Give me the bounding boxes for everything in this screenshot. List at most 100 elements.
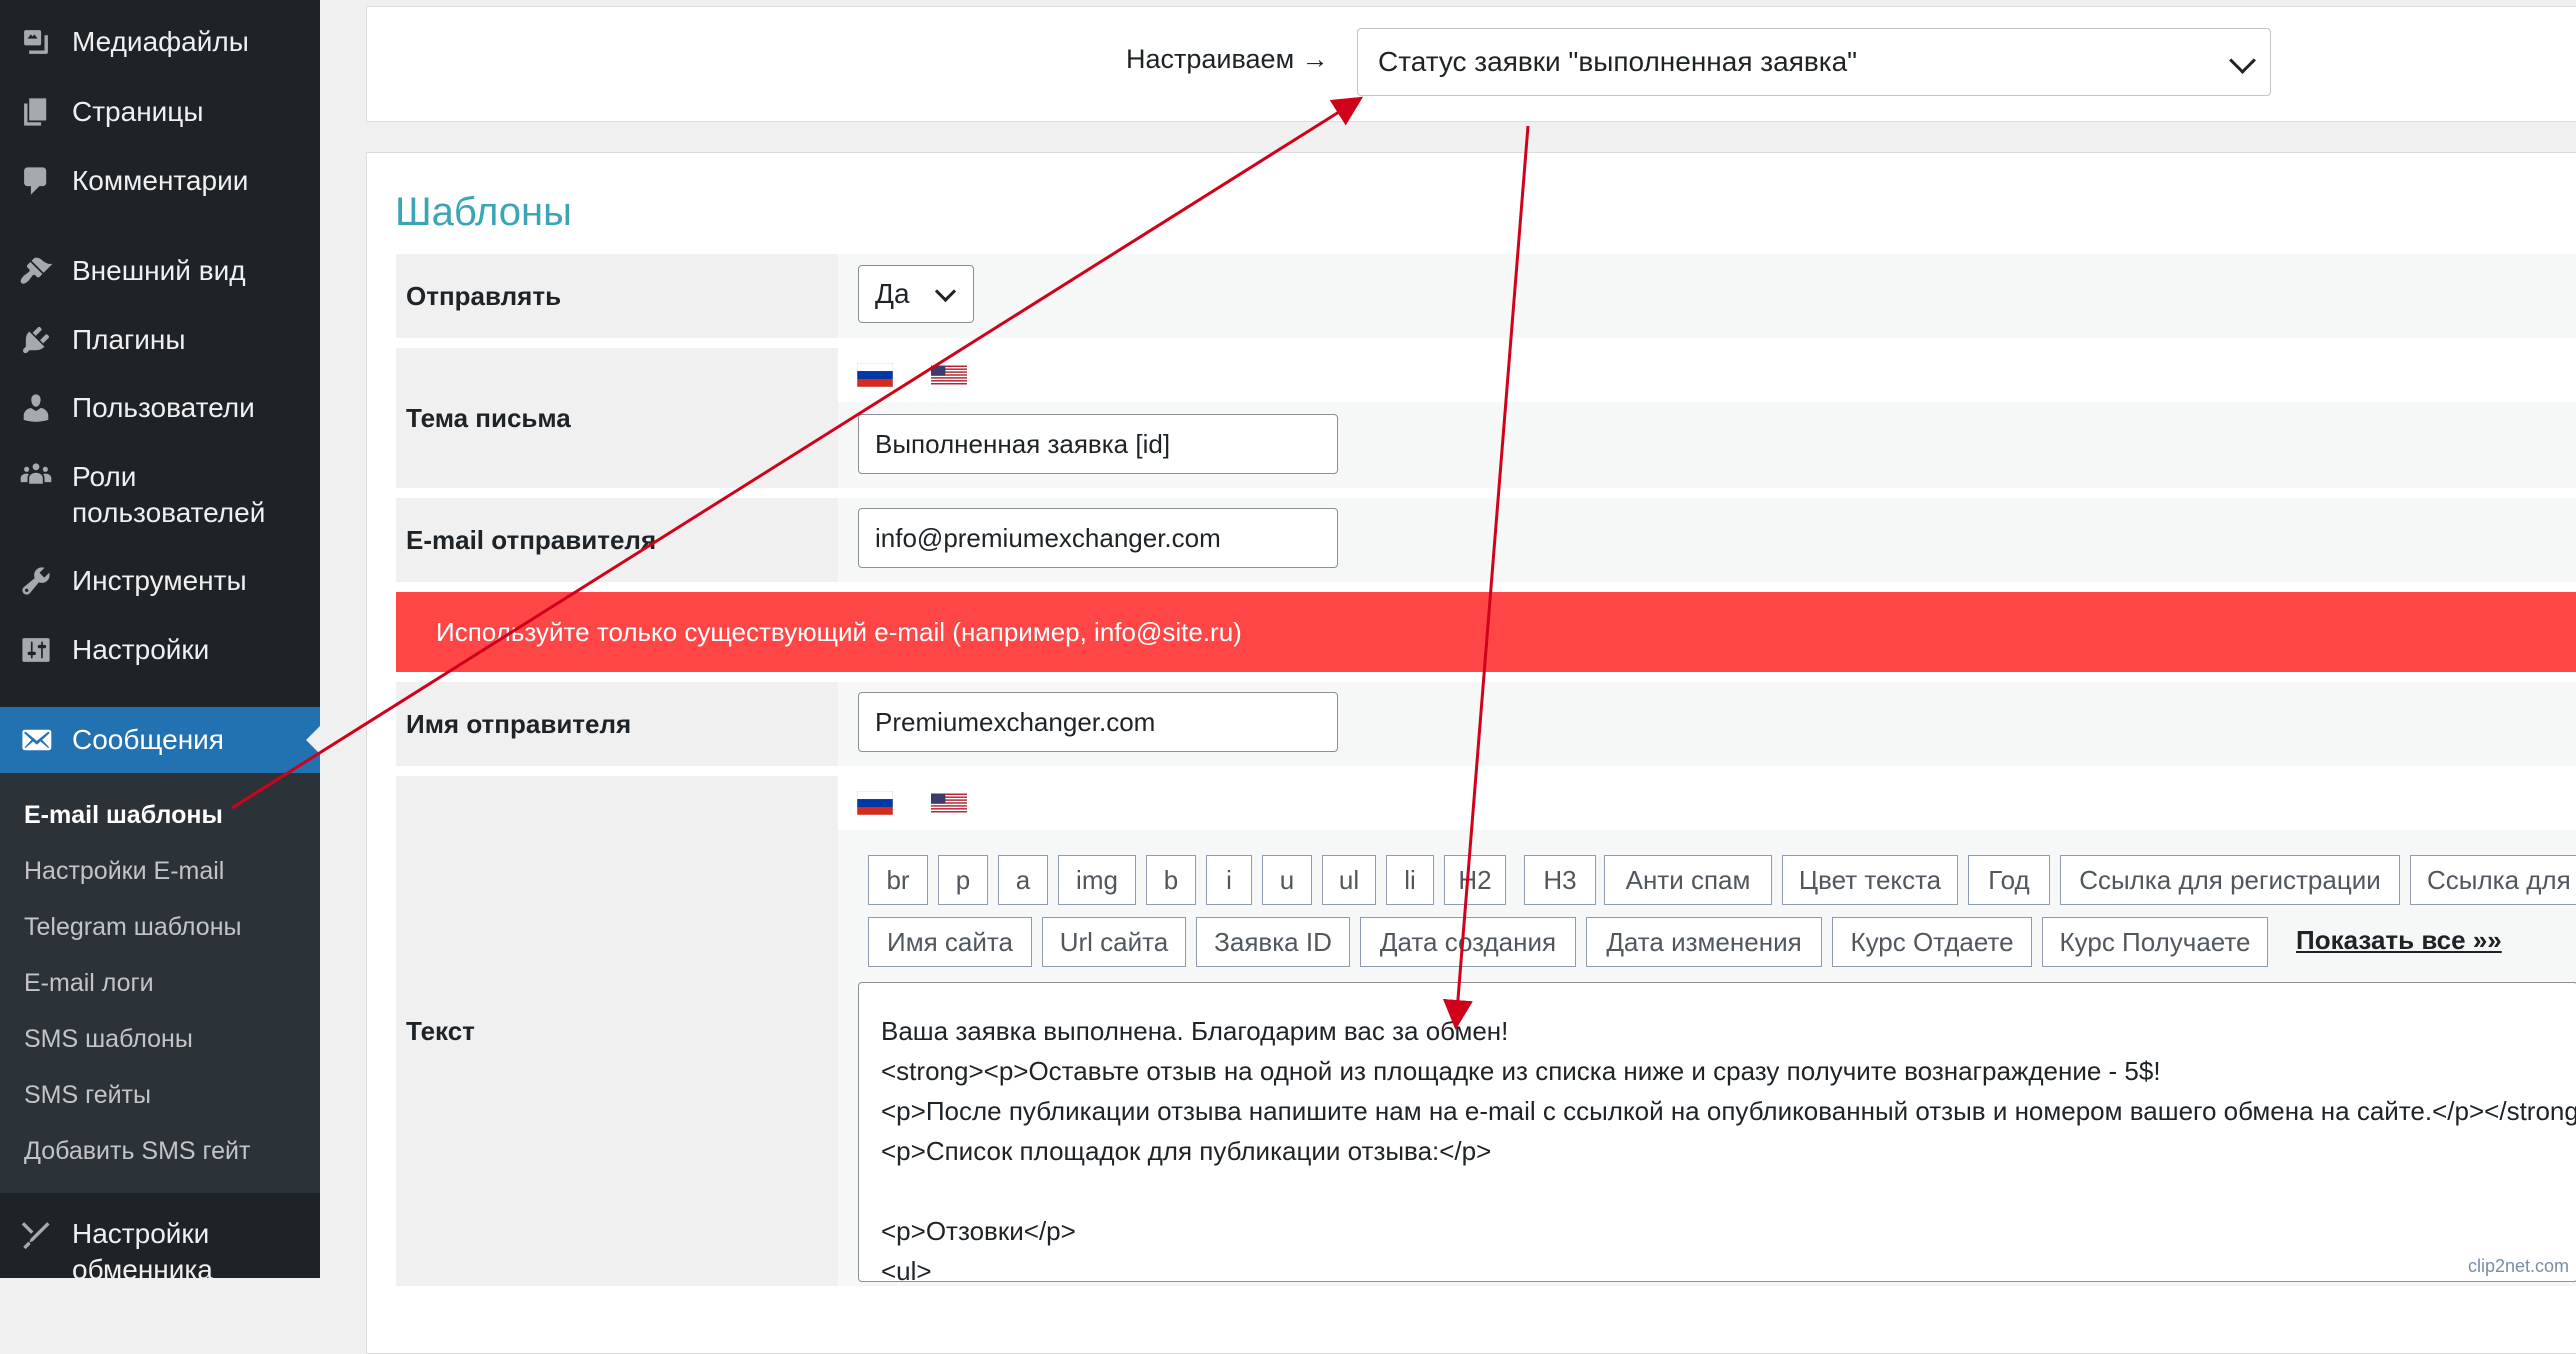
editor-line: <p>Отзовки</p> bbox=[881, 1216, 1076, 1246]
tag-button-order-id[interactable]: Заявка ID bbox=[1196, 917, 1350, 967]
tag-button-img[interactable]: img bbox=[1058, 855, 1136, 905]
tag-button-modified-date[interactable]: Дата изменения bbox=[1586, 917, 1822, 967]
sender-name-label-text: Имя отправителя bbox=[406, 708, 632, 739]
subject-label-text: Тема письма bbox=[406, 402, 571, 433]
email-warning-alert: Используйте только существующий e-mail (… bbox=[396, 592, 2576, 672]
tag-button-anti-spam[interactable]: Анти спам bbox=[1604, 855, 1772, 905]
tag-button-site-url[interactable]: Url сайта bbox=[1042, 917, 1186, 967]
tag-button-text-color[interactable]: Цвет текста bbox=[1782, 855, 1958, 905]
tag-button-u[interactable]: u bbox=[1262, 855, 1312, 905]
configure-label: Настраиваем → bbox=[1126, 44, 1329, 74]
submenu-email-logs[interactable]: E-mail логи bbox=[24, 969, 154, 998]
text-label-text: Текст bbox=[406, 1015, 475, 1046]
chevron-down-icon bbox=[934, 280, 957, 303]
editor-line: <p>Список площадок для публикации отзыва… bbox=[881, 1136, 1492, 1166]
us-flag-icon bbox=[931, 365, 967, 385]
tag-button-rate-give[interactable]: Курс Отдаете bbox=[1832, 917, 2032, 967]
sender-email-label-text: E-mail отправителя bbox=[406, 524, 657, 555]
submenu-sms-templates[interactable]: SMS шаблоны bbox=[24, 1025, 193, 1054]
editor-line: Ваша заявка выполнена. Благодарим вас за… bbox=[881, 1016, 1509, 1046]
subject-label: Тема письма bbox=[396, 348, 838, 488]
comments-icon bbox=[16, 163, 56, 199]
sidebar-item-label: Сообщения bbox=[72, 724, 224, 755]
sidebar-item-label: Комментарии bbox=[72, 165, 249, 196]
status-select-value: Статус заявки "выполненная заявка" bbox=[1378, 46, 1858, 77]
sidebar-item-users[interactable]: Пользователи bbox=[0, 390, 320, 426]
sidebar-item-label: Настройки bbox=[72, 634, 210, 665]
tag-button-p[interactable]: p bbox=[938, 855, 988, 905]
tag-button-br[interactable]: br bbox=[868, 855, 928, 905]
sidebar-item-plugins[interactable]: Плагины bbox=[0, 322, 320, 358]
subject-input[interactable] bbox=[858, 414, 1338, 474]
sidebar-item-pages[interactable]: Страницы bbox=[0, 94, 320, 130]
sidebar-item-media[interactable]: Медиафайлы bbox=[0, 24, 320, 60]
sidebar-item-label: Настройки обменника bbox=[72, 1218, 213, 1285]
sidebar-item-exchanger-settings[interactable]: Настройки обменника bbox=[0, 1216, 320, 1288]
ru-flag-icon bbox=[857, 791, 893, 815]
section-title: Шаблоны bbox=[395, 190, 572, 234]
appearance-icon bbox=[16, 253, 56, 289]
us-flag-icon bbox=[931, 793, 967, 813]
submenu-email-templates[interactable]: E-mail шаблоны bbox=[24, 801, 223, 830]
tag-button-b[interactable]: b bbox=[1146, 855, 1196, 905]
send-select[interactable]: Да bbox=[858, 265, 974, 323]
submenu-add-sms-gateway[interactable]: Добавить SMS гейт bbox=[24, 1137, 250, 1166]
sidebar-item-label: Пользователи bbox=[72, 392, 255, 423]
admin-sidebar: Медиафайлы Страницы Комментарии Внешний … bbox=[0, 0, 320, 1285]
tag-button-year[interactable]: Год bbox=[1968, 855, 2050, 905]
template-text-editor[interactable]: Ваша заявка выполнена. Благодарим вас за… bbox=[858, 982, 2576, 1282]
settings-icon bbox=[16, 632, 56, 668]
tab-text-lang-en[interactable] bbox=[912, 776, 986, 830]
sender-name-input[interactable] bbox=[858, 692, 1338, 752]
sidebar-item-label: Страницы bbox=[72, 96, 204, 127]
show-all-link[interactable]: Показать все »» bbox=[2296, 925, 2502, 956]
sidebar-item-label: Внешний вид bbox=[72, 255, 246, 286]
tag-button-registration-link[interactable]: Ссылка для регистрации bbox=[2060, 855, 2400, 905]
tag-button-a[interactable]: a bbox=[998, 855, 1048, 905]
tag-button-rate-get[interactable]: Курс Получаете bbox=[2042, 917, 2268, 967]
editor-line: <p>После публикации отзыва напишите нам … bbox=[881, 1096, 2576, 1126]
editor-line: <strong><p>Оставьте отзыв на одной из пл… bbox=[881, 1056, 2161, 1086]
tab-lang-en[interactable] bbox=[912, 348, 986, 402]
ru-flag-icon bbox=[857, 363, 893, 387]
submenu-sms-gateways[interactable]: SMS гейты bbox=[24, 1081, 151, 1110]
tab-text-lang-ru[interactable] bbox=[838, 776, 912, 830]
tag-button-i[interactable]: i bbox=[1206, 855, 1252, 905]
sender-name-label: Имя отправителя bbox=[396, 682, 838, 766]
tag-button-h2[interactable]: H2 bbox=[1444, 855, 1506, 905]
pages-icon bbox=[16, 94, 56, 130]
users-icon bbox=[16, 390, 56, 426]
submenu-telegram-templates[interactable]: Telegram шаблоны bbox=[24, 913, 241, 942]
tag-button-ul[interactable]: ul bbox=[1322, 855, 1376, 905]
status-select[interactable]: Статус заявки "выполненная заявка" bbox=[1357, 28, 2271, 96]
sidebar-item-comments[interactable]: Комментарии bbox=[0, 163, 320, 199]
sidebar-item-label: Медиафайлы bbox=[72, 26, 249, 57]
sidebar-item-tools[interactable]: Инструменты bbox=[0, 563, 320, 599]
sidebar-item-label: Роли пользователей bbox=[72, 461, 266, 528]
sidebar-item-messages[interactable]: Сообщения bbox=[0, 707, 320, 773]
tag-button-h3[interactable]: H3 bbox=[1524, 855, 1596, 905]
mail-icon bbox=[16, 722, 56, 758]
sidebar-item-appearance[interactable]: Внешний вид bbox=[0, 253, 320, 289]
sidebar-item-label: Плагины bbox=[72, 324, 186, 355]
send-label: Отправлять bbox=[396, 254, 838, 338]
sidebar-item-label: Инструменты bbox=[72, 565, 247, 596]
sender-email-input[interactable] bbox=[858, 508, 1338, 568]
editor-line: <ul> bbox=[881, 1256, 932, 1282]
tab-lang-ru[interactable] bbox=[838, 348, 912, 402]
tag-button-site-name[interactable]: Имя сайта bbox=[868, 917, 1032, 967]
submenu-email-settings[interactable]: Настройки E-mail bbox=[24, 857, 224, 886]
tag-button-li[interactable]: li bbox=[1386, 855, 1434, 905]
send-select-value: Да bbox=[875, 278, 910, 309]
sidebar-item-settings[interactable]: Настройки bbox=[0, 632, 320, 668]
text-label: Текст bbox=[396, 776, 838, 1286]
plugins-icon bbox=[16, 322, 56, 358]
sidebar-item-roles[interactable]: Роли пользователей bbox=[0, 459, 320, 531]
send-label-text: Отправлять bbox=[406, 280, 562, 311]
messages-submenu: E-mail шаблоны Настройки E-mail Telegram… bbox=[0, 773, 320, 1193]
tag-button-created-date[interactable]: Дата создания bbox=[1360, 917, 1576, 967]
media-icon bbox=[16, 24, 56, 60]
tools-icon bbox=[16, 563, 56, 599]
tag-button-link-truncated[interactable]: Ссылка для bbox=[2410, 855, 2576, 905]
